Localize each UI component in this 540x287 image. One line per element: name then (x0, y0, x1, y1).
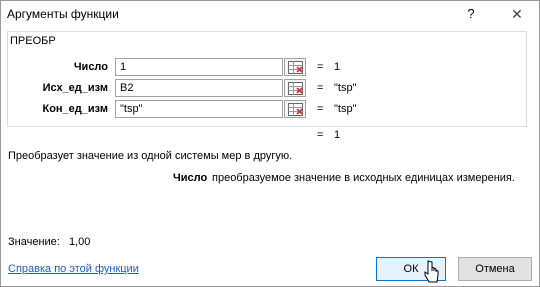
arg-equals-from-unit: = (317, 82, 324, 94)
function-description: Преобразует значение из одной системы ме… (8, 150, 293, 162)
help-icon[interactable]: ? (461, 4, 481, 24)
formula-result: 1 (334, 129, 341, 141)
arg-result-number: 1 (334, 61, 341, 73)
arg-equals-to-unit: = (317, 103, 324, 115)
collapse-dialog-button-from-unit[interactable] (284, 79, 306, 97)
range-select-icon (288, 103, 303, 116)
function-name: ПРЕОБР (9, 35, 57, 47)
range-select-icon (288, 61, 303, 74)
arg-input-number[interactable]: 1 (115, 58, 283, 76)
formula-result-equals: = (317, 129, 324, 141)
arg-result-to-unit: "tsp" (334, 103, 357, 115)
help-on-function-link[interactable]: Справка по этой функции (8, 263, 139, 275)
title-bar: Аргументы функции ? ✕ (1, 1, 539, 29)
mouse-cursor-icon (424, 260, 439, 283)
close-icon[interactable]: ✕ (505, 4, 529, 24)
dialog-title: Аргументы функции (7, 7, 119, 21)
collapse-dialog-button-number[interactable] (284, 58, 306, 76)
arg-input-to-unit[interactable]: "tsp" (115, 100, 283, 118)
arg-label-number: Число (73, 61, 108, 73)
cancel-button[interactable]: Отмена (458, 257, 532, 281)
arg-equals-number: = (317, 61, 324, 73)
range-select-icon (288, 82, 303, 95)
arg-help-name: Число (173, 172, 208, 184)
arg-result-from-unit: "tsp" (334, 82, 357, 94)
collapse-dialog-button-to-unit[interactable] (284, 100, 306, 118)
arg-help-text: преобразуемое значение в исходных единиц… (212, 172, 515, 184)
value-readout: Значение: 1,00 (8, 236, 91, 248)
function-arguments-dialog: Аргументы функции ? ✕ ПРЕОБР Число 1 = 1… (0, 0, 540, 287)
arg-input-from-unit[interactable]: B2 (115, 79, 283, 97)
arg-label-from-unit: Исх_ед_изм (42, 82, 108, 94)
arg-label-to-unit: Кон_ед_изм (42, 103, 108, 115)
